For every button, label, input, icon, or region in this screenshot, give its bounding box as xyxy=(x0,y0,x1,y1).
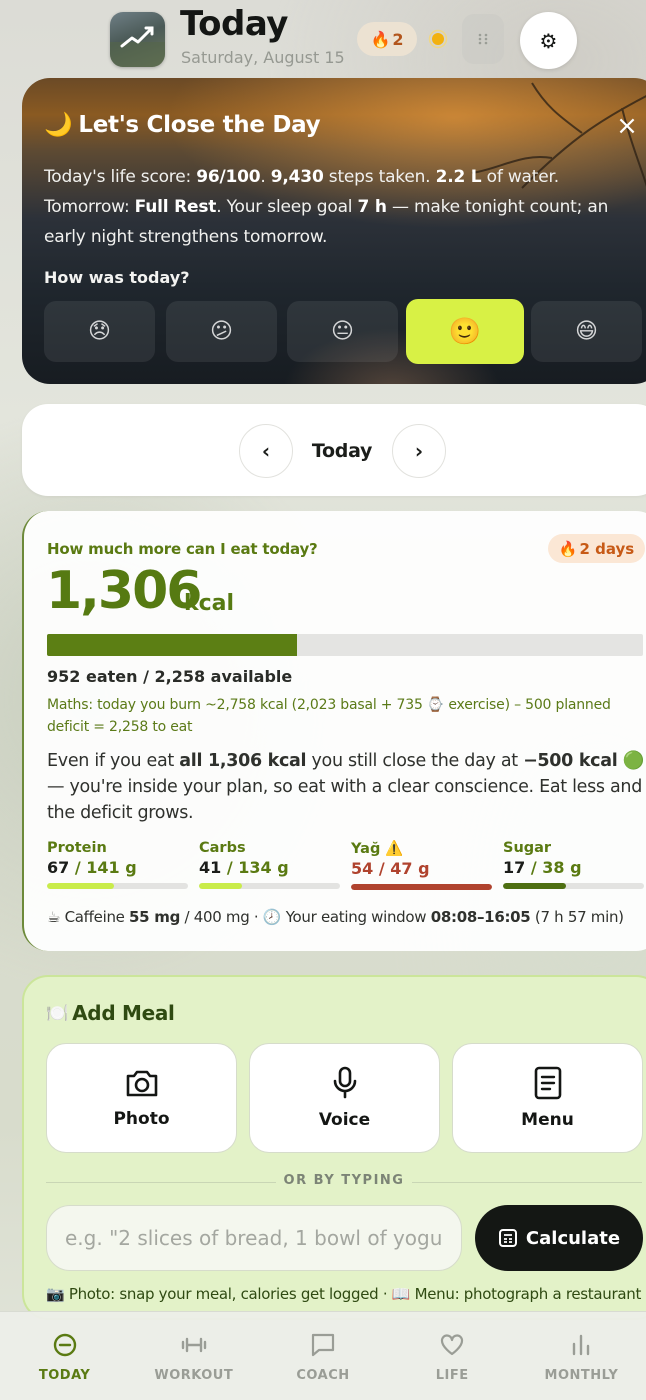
confused-face-icon: 😕 xyxy=(210,319,233,344)
heart-icon xyxy=(441,1334,464,1356)
add-meal-card: 🍽️ Add Meal Photo Voice Menu OR BY TYPIN… xyxy=(22,975,646,1320)
meal-text-input[interactable] xyxy=(46,1205,462,1271)
settings-button[interactable]: ⚙ xyxy=(520,12,577,69)
tab-coach[interactable]: COACH xyxy=(258,1312,387,1400)
add-meal-help: 📷 Photo: snap your meal, calories get lo… xyxy=(46,1285,642,1303)
streak-count: 2 xyxy=(392,29,404,49)
grid-menu-button[interactable] xyxy=(462,14,504,64)
app-logo xyxy=(110,12,165,67)
close-day-title: 🌙 Let's Close the Day xyxy=(44,111,321,139)
close-icon[interactable]: × xyxy=(614,113,640,140)
kcal-unit: kcal xyxy=(184,591,235,616)
theme-toggle-button[interactable] xyxy=(421,22,455,56)
drag-dots-icon xyxy=(478,33,488,45)
macro-carbs-fill xyxy=(199,883,243,889)
add-voice-button[interactable]: Voice xyxy=(249,1043,440,1153)
current-day-label: Today xyxy=(311,440,373,462)
mood-option-3[interactable]: 😐 xyxy=(287,301,398,362)
dumbbell-icon xyxy=(181,1337,206,1353)
tab-life[interactable]: LIFE xyxy=(388,1312,517,1400)
tab-workout[interactable]: WORKOUT xyxy=(129,1312,258,1400)
calorie-note: Even if you eat all 1,306 kcal you still… xyxy=(47,751,645,823)
macro-carbs: Carbs 41 / 134 g xyxy=(199,840,340,889)
add-photo-button[interactable]: Photo xyxy=(46,1043,237,1153)
macro-fat: Yağ ⚠️ 54 / 47 g xyxy=(351,840,492,890)
macro-fat-fill xyxy=(351,884,492,890)
neutral-face-icon: 😐 xyxy=(331,319,354,344)
mood-option-1[interactable]: 😞 xyxy=(44,301,155,362)
or-divider: OR BY TYPING xyxy=(46,1173,642,1193)
mood-option-4-selected[interactable]: 🙂 xyxy=(406,299,524,364)
sun-icon xyxy=(428,29,448,49)
next-day-button[interactable]: › xyxy=(392,424,446,478)
today-icon xyxy=(53,1333,76,1357)
chat-icon xyxy=(311,1333,335,1357)
close-day-card: 🌙 Let's Close the Day × Today's life sco… xyxy=(22,78,646,384)
calculate-button[interactable]: Calculate xyxy=(475,1205,643,1271)
gear-icon: ⚙ xyxy=(539,28,558,53)
macro-protein-fill xyxy=(47,883,114,889)
streak-badge[interactable]: 🔥 2 xyxy=(357,22,417,56)
moon-icon: 🌙 xyxy=(44,112,73,138)
caffeine-eating-window: ☕ Caffeine 55 mg / 400 mg · 🕗 Your eatin… xyxy=(47,908,624,926)
tab-today[interactable]: TODAY xyxy=(0,1312,129,1400)
macro-sugar: Sugar 17 / 38 g xyxy=(503,840,644,889)
streak-days-badge: 🔥 2 days xyxy=(548,534,645,563)
calorie-progress-bar xyxy=(47,634,643,656)
bottom-tab-bar: TODAY WORKOUT COACH LIFE MONTHLY xyxy=(0,1311,646,1400)
plate-icon: 🍽️ xyxy=(46,1002,69,1024)
page-title: Today xyxy=(180,4,288,44)
chevron-left-icon: ‹ xyxy=(261,439,271,463)
calories-card: How much more can I eat today? 🔥 2 days 1… xyxy=(22,511,646,951)
eaten-summary: 952 eaten / 2,258 available xyxy=(47,667,293,686)
bar-chart-icon xyxy=(573,1334,590,1356)
page-date: Saturday, August 15 xyxy=(181,48,345,67)
chevron-right-icon: › xyxy=(414,439,424,463)
camera-icon xyxy=(126,1070,157,1097)
mood-option-2[interactable]: 😕 xyxy=(166,301,277,362)
calories-question: How much more can I eat today? xyxy=(47,540,318,558)
mood-option-5[interactable]: 😄 xyxy=(531,301,642,362)
close-day-summary: Today's life score: 96/100. 9,430 steps … xyxy=(44,167,609,247)
calorie-math: Maths: today you burn ~2,758 kcal (2,023… xyxy=(47,697,611,735)
fire-icon: 🔥 xyxy=(558,539,578,558)
smile-face-icon: 🙂 xyxy=(448,316,482,347)
add-menu-button[interactable]: Menu xyxy=(452,1043,643,1153)
sad-face-icon: 😞 xyxy=(88,319,111,344)
calculator-icon xyxy=(498,1229,517,1247)
mood-question: How was today? xyxy=(44,268,190,287)
day-navigator: ‹ Today › xyxy=(22,404,646,496)
grin-face-icon: 😄 xyxy=(575,319,598,344)
tab-monthly[interactable]: MONTHLY xyxy=(517,1312,646,1400)
calorie-progress-fill xyxy=(47,634,298,656)
fire-icon: 🔥 xyxy=(370,29,391,49)
add-meal-title: 🍽️ Add Meal xyxy=(46,1001,175,1025)
menu-document-icon xyxy=(534,1066,561,1100)
macro-sugar-fill xyxy=(503,883,567,889)
remaining-kcal: 1,306 xyxy=(46,561,202,621)
macro-protein: Protein 67 / 141 g xyxy=(47,840,188,889)
microphone-icon xyxy=(333,1066,356,1099)
